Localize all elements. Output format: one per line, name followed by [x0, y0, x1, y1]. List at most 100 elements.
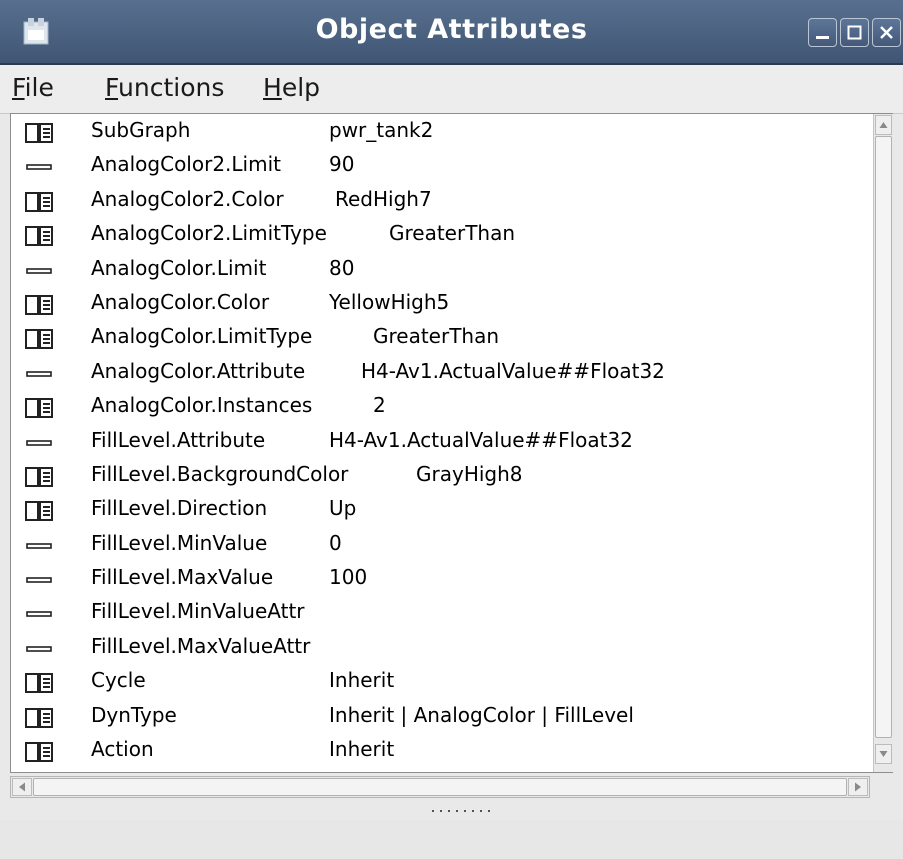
attribute-name: FillLevel.MinValueAttr	[91, 599, 305, 624]
attribute-row[interactable]: FillLevel.MaxValue 100	[11, 563, 871, 597]
attribute-value: Up	[329, 496, 357, 521]
attribute-text: AnalogColor2.Color RedHigh7	[91, 186, 432, 211]
title-bar[interactable]: Object Attributes	[0, 0, 903, 65]
minimize-button[interactable]	[808, 18, 837, 47]
attribute-row[interactable]: FillLevel.BackgroundColor GrayHigh8	[11, 460, 871, 494]
attribute-name: SubGraph	[91, 118, 191, 142]
enum-icon	[25, 673, 53, 694]
attribute-text: FillLevel.Attribute H4-Av1.ActualValue##F…	[91, 428, 633, 452]
attribute-text: FillLevel.MinValue 0	[91, 531, 342, 555]
close-button[interactable]	[872, 18, 901, 47]
attribute-name: AnalogColor.Instances	[91, 393, 313, 418]
attribute-text: Action Inherit	[91, 737, 394, 762]
attribute-row[interactable]: AnalogColor.Attribute H4-Av1.ActualValue#…	[11, 357, 871, 391]
attribute-text: AnalogColor2.LimitType GreaterThan	[91, 221, 515, 246]
arrow-right-icon	[855, 782, 861, 792]
attribute-name: AnalogColor2.Limit	[91, 152, 281, 177]
attribute-name: AnalogColor.Color	[91, 289, 270, 314]
attribute-name: FillLevel.MaxValue	[91, 565, 274, 590]
attribute-row[interactable]: DynType Inherit | AnalogColor | FillLevel	[11, 701, 871, 735]
attribute-value: 0	[329, 530, 342, 555]
attribute-row[interactable]: AnalogColor.Instances 2	[11, 391, 871, 425]
attribute-row[interactable]: FillLevel.MinValue 0	[11, 529, 871, 563]
attribute-row[interactable]: AnalogColor.LimitType GreaterThan	[11, 322, 871, 356]
attribute-name: AnalogColor.Limit	[91, 255, 267, 280]
attribute-text: AnalogColor.Limit 80	[91, 255, 354, 280]
attribute-row[interactable]: FillLevel.Attribute H4-Av1.ActualValue##F…	[11, 426, 871, 460]
enum-icon	[25, 191, 53, 212]
enum-icon	[25, 398, 53, 419]
enum-icon	[25, 123, 53, 143]
enum-icon	[25, 707, 53, 728]
attribute-list: SubGraph pwr_tank2 AnalogColor2.Limit 90 Ana…	[10, 113, 893, 773]
attribute-value: Inherit | AnalogColor | FillLevel	[329, 702, 634, 727]
value-icon	[26, 646, 52, 652]
menu-functions-mnemonic: F	[105, 73, 119, 102]
attribute-row[interactable]: FillLevel.Direction Up	[11, 494, 871, 528]
attribute-name: AnalogColor2.Color	[91, 186, 284, 211]
attribute-name: FillLevel.BackgroundColor	[91, 461, 349, 486]
attribute-row[interactable]: AnalogColor2.LimitType GreaterThan	[11, 219, 871, 253]
enum-icon	[25, 329, 53, 350]
scroll-left-button[interactable]	[12, 778, 32, 796]
attribute-name: FillLevel.Direction	[91, 496, 268, 521]
attribute-row[interactable]: AnalogColor.Color YellowHigh5	[11, 288, 871, 322]
attribute-text: FillLevel.MaxValue 100	[91, 565, 367, 590]
value-icon	[26, 164, 52, 171]
window-title: Object Attributes	[315, 14, 588, 45]
horizontal-scroll-thumb[interactable]	[33, 778, 847, 796]
vertical-scroll-thumb[interactable]	[875, 136, 892, 738]
attribute-text: FillLevel.Direction Up	[91, 496, 356, 521]
attribute-text: Cycle Inherit	[91, 668, 394, 693]
attribute-row[interactable]: Action Inherit	[11, 735, 871, 769]
menu-file[interactable]: File	[12, 73, 54, 102]
attribute-name: Cycle	[91, 668, 146, 693]
attribute-value: 100	[329, 565, 368, 590]
attribute-row[interactable]: FillLevel.MinValueAttr	[11, 597, 871, 631]
attribute-row[interactable]: SubGraph pwr_tank2	[11, 116, 871, 150]
attribute-text: AnalogColor.Attribute H4-Av1.ActualValue#…	[91, 359, 665, 383]
menu-bar: File Functions Help	[0, 65, 903, 114]
minimize-icon	[816, 36, 829, 39]
attribute-row[interactable]: AnalogColor.Limit 80	[11, 254, 871, 288]
attribute-value: Inherit	[329, 668, 395, 693]
attribute-text: DynType Inherit | AnalogColor | FillLevel	[91, 702, 634, 727]
menu-functions[interactable]: Functions	[105, 73, 224, 102]
scroll-right-button[interactable]	[848, 778, 868, 796]
maximize-button[interactable]	[840, 18, 869, 47]
attribute-text: AnalogColor2.Limit 90	[91, 152, 354, 177]
object-attributes-window: Object Attributes File Functions Help Su…	[0, 0, 903, 859]
value-icon	[26, 611, 52, 618]
scroll-down-button[interactable]	[875, 744, 892, 764]
attribute-row[interactable]: AnalogColor2.Color RedHigh7	[11, 185, 871, 219]
value-icon	[26, 542, 52, 549]
arrow-up-icon	[879, 122, 888, 128]
attribute-row[interactable]: Cycle Inherit	[11, 666, 871, 700]
vertical-scrollbar[interactable]	[873, 114, 893, 772]
attribute-text: AnalogColor.LimitType GreaterThan	[91, 324, 499, 349]
attribute-row[interactable]: AnalogColor2.Limit 90	[11, 150, 871, 184]
attribute-text: AnalogColor.Color YellowHigh5	[91, 289, 449, 314]
attribute-text: SubGraph pwr_tank2	[91, 118, 433, 142]
pane-resize-grip[interactable]	[430, 808, 500, 814]
scroll-up-button[interactable]	[875, 115, 892, 135]
attribute-row[interactable]: FillLevel.MaxValueAttr	[11, 632, 871, 666]
horizontal-scrollbar[interactable]	[10, 776, 870, 798]
arrow-down-icon	[879, 751, 888, 757]
attribute-name: AnalogColor.LimitType	[91, 324, 313, 349]
attribute-name: AnalogColor2.LimitType	[91, 221, 327, 246]
attribute-value: H4-Av1.ActualValue##Float32	[361, 358, 665, 383]
arrow-left-icon	[19, 782, 25, 792]
menu-help[interactable]: Help	[263, 73, 320, 102]
attribute-value: H4-Av1.ActualValue##Float32	[329, 427, 633, 452]
attribute-value: GrayHigh8	[416, 461, 523, 486]
enum-icon	[25, 501, 53, 522]
menu-functions-label: unctions	[118, 73, 225, 102]
menu-help-mnemonic: H	[263, 73, 282, 102]
attribute-text: FillLevel.BackgroundColor GrayHigh8	[91, 461, 523, 486]
enum-icon	[25, 466, 53, 487]
attribute-name: DynType	[91, 702, 177, 727]
enum-icon	[25, 294, 53, 315]
attribute-name: Action	[91, 737, 154, 762]
attribute-text: AnalogColor.Instances 2	[91, 393, 386, 418]
